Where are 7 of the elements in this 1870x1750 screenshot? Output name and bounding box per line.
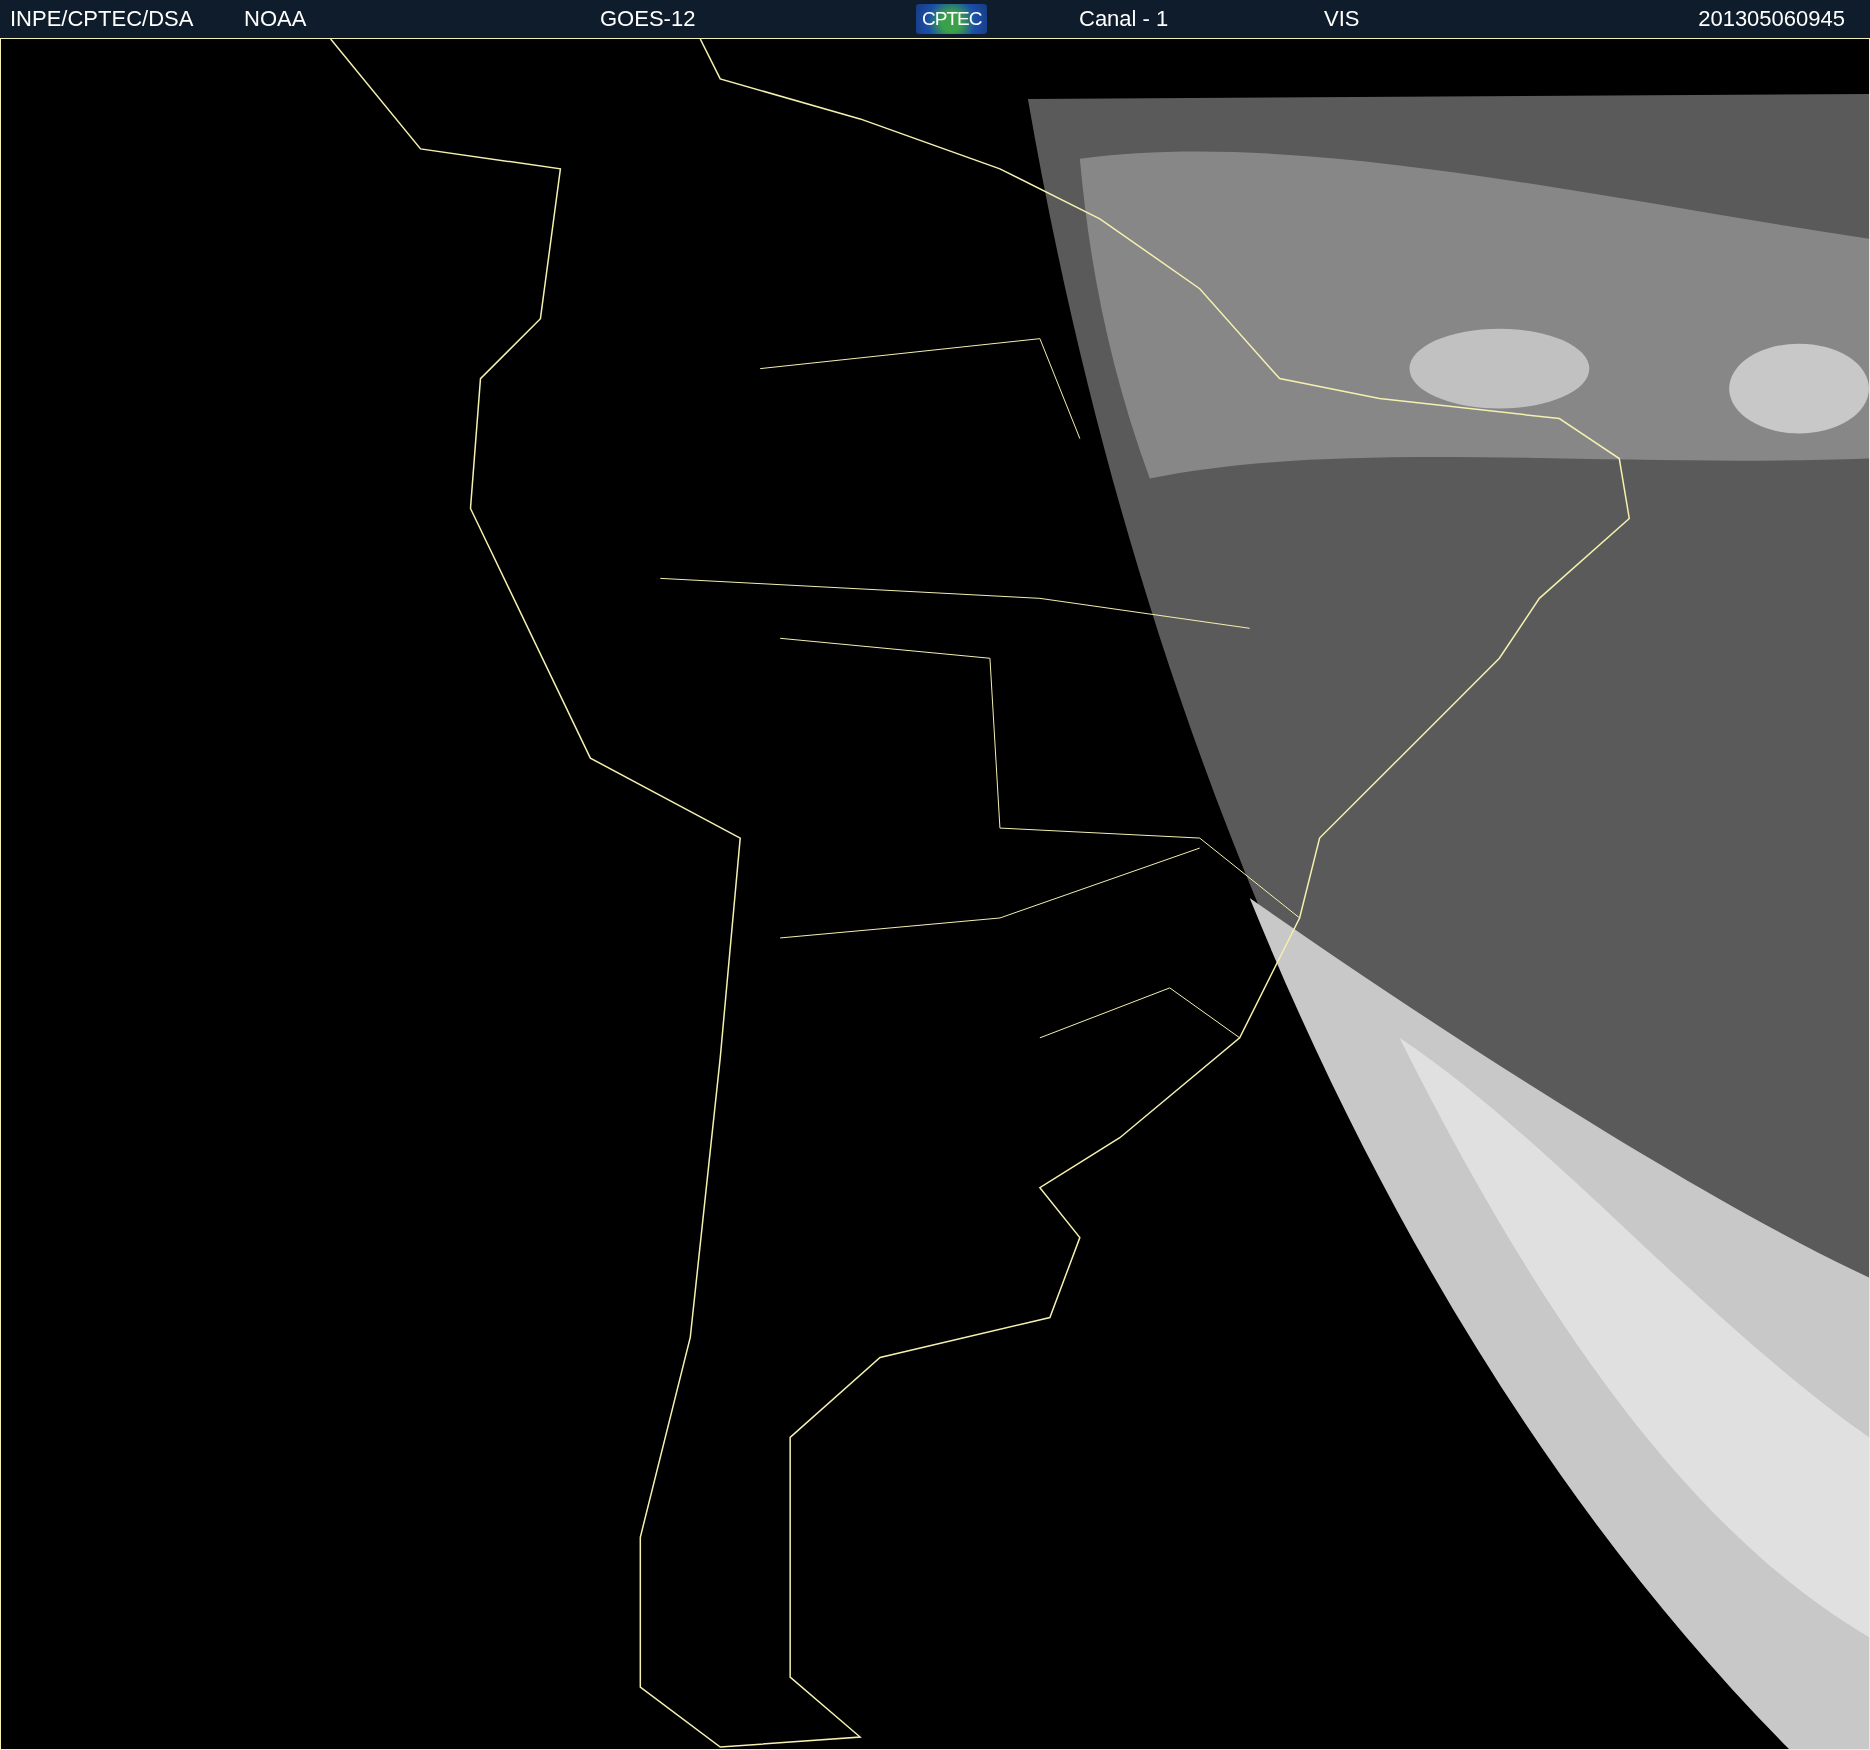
- header-label: INPE/CPTEC/DSA: [10, 6, 194, 32]
- cptec-logo: CPTEC: [916, 4, 988, 34]
- header-label: VIS: [1324, 6, 1360, 32]
- header-label: Canal - 1: [1079, 6, 1169, 32]
- header-label: GOES-12: [600, 6, 696, 32]
- header-label: 201305060945: [1698, 6, 1845, 32]
- header-label: NOAA: [244, 6, 307, 32]
